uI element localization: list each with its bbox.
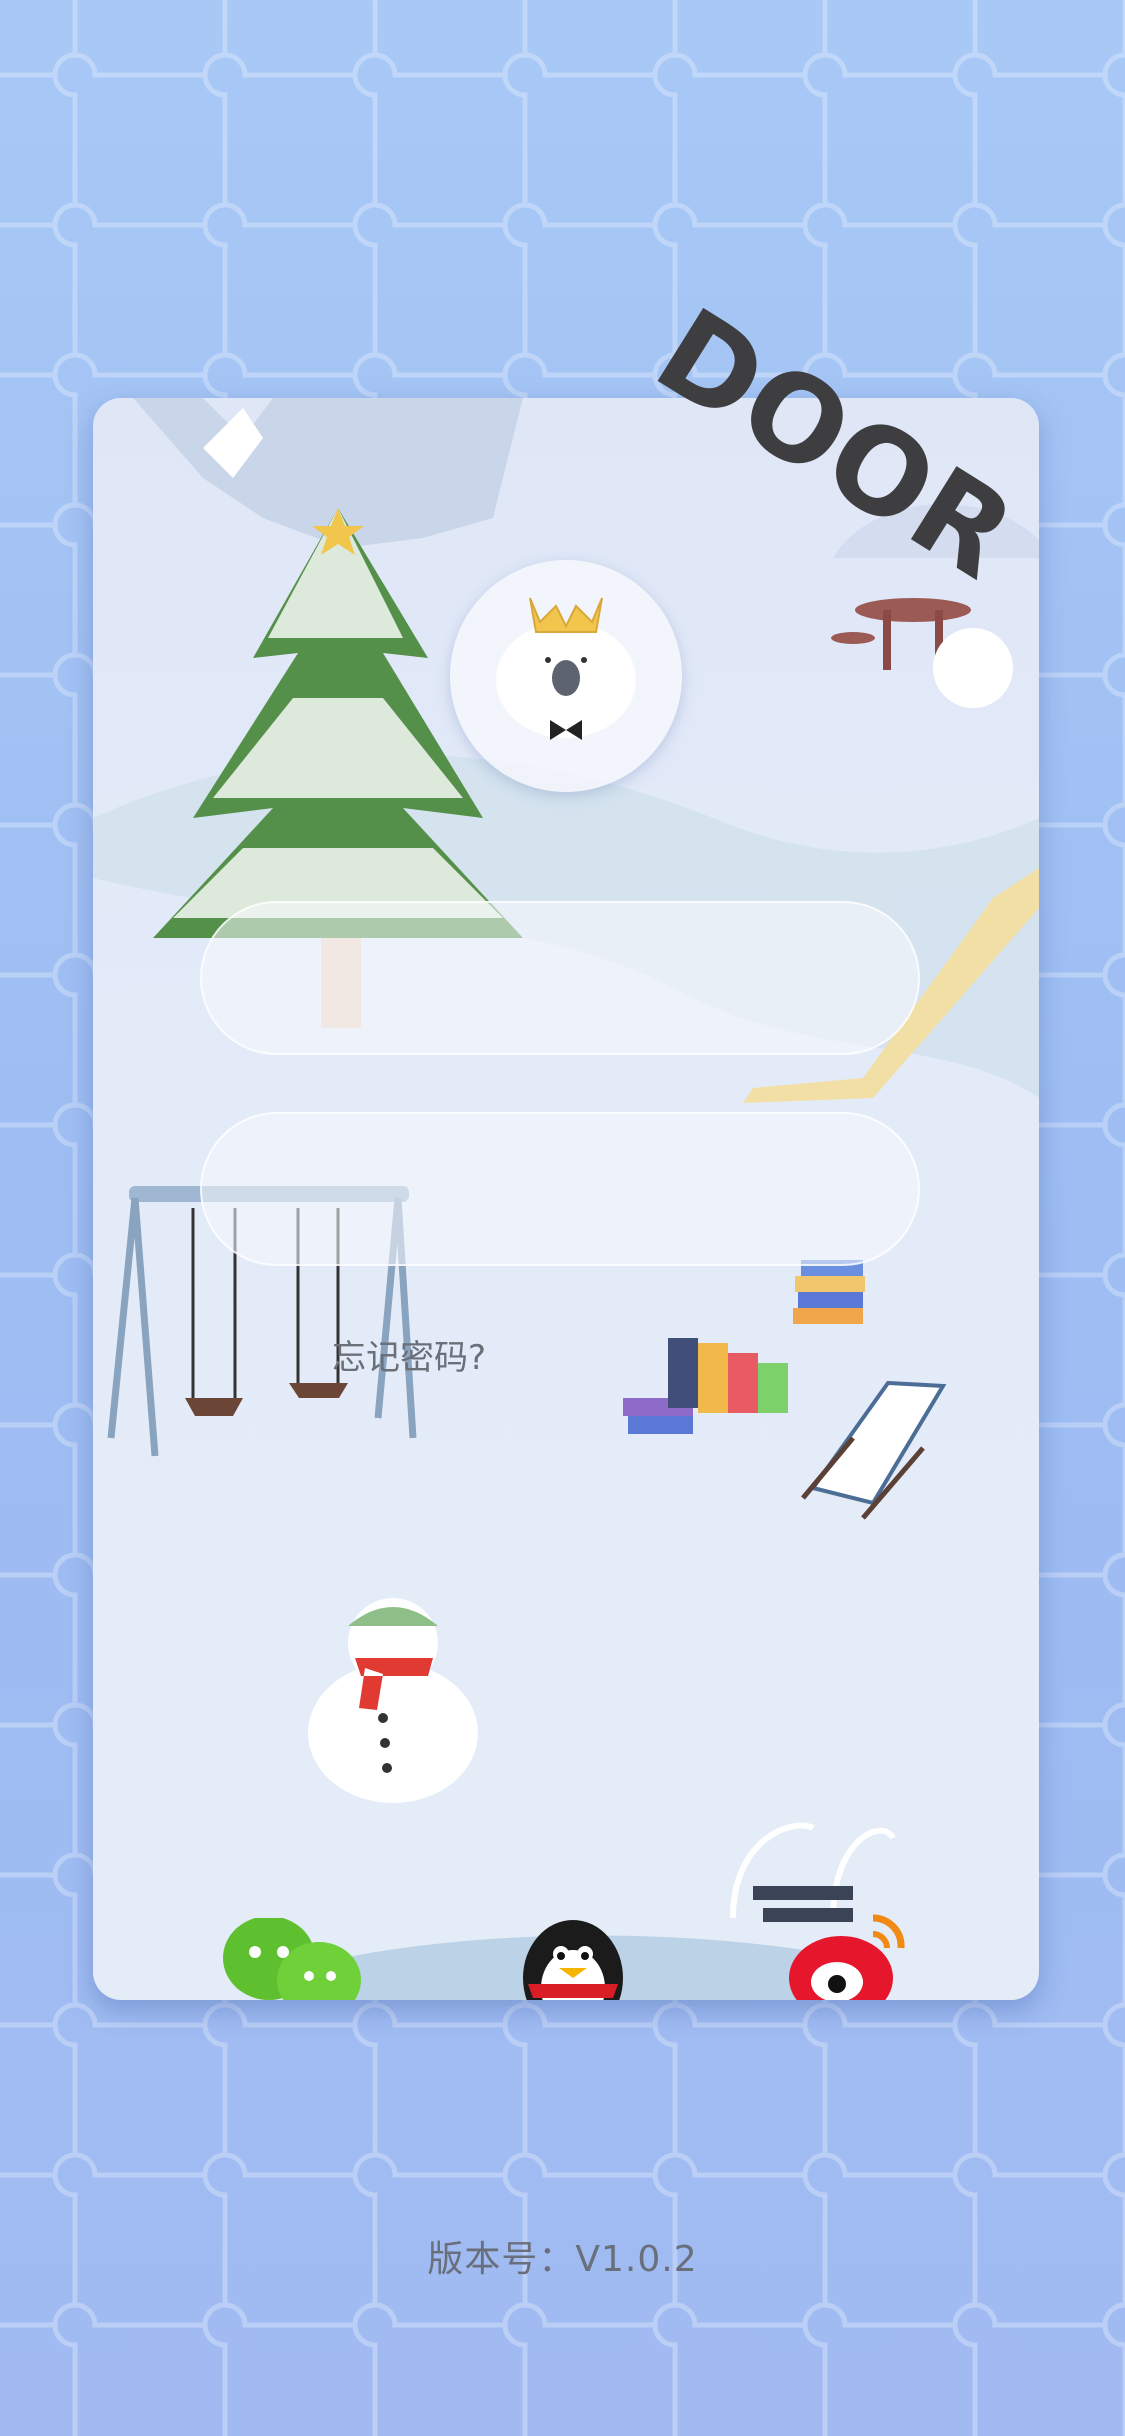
password-input[interactable] <box>200 1112 920 1266</box>
snowman <box>308 1598 478 1803</box>
polar-bear-icon <box>496 597 636 740</box>
user-avatar[interactable] <box>450 560 682 792</box>
door-logo: DOOR <box>650 290 1037 605</box>
svg-text:DOOR: DOOR <box>650 290 1037 605</box>
weibo-icon[interactable] <box>783 1908 913 2000</box>
books-and-beach-chair <box>623 1260 947 1520</box>
forgot-password-link[interactable]: 忘记密码? <box>332 1330 486 1379</box>
qq-icon[interactable] <box>513 1918 633 2000</box>
username-input[interactable] <box>200 901 920 1055</box>
login-card: 忘记密码? <box>93 398 1039 2000</box>
version-label: 版本号：V1.0.2 <box>427 2239 698 2280</box>
wechat-icon[interactable] <box>221 1918 361 2000</box>
